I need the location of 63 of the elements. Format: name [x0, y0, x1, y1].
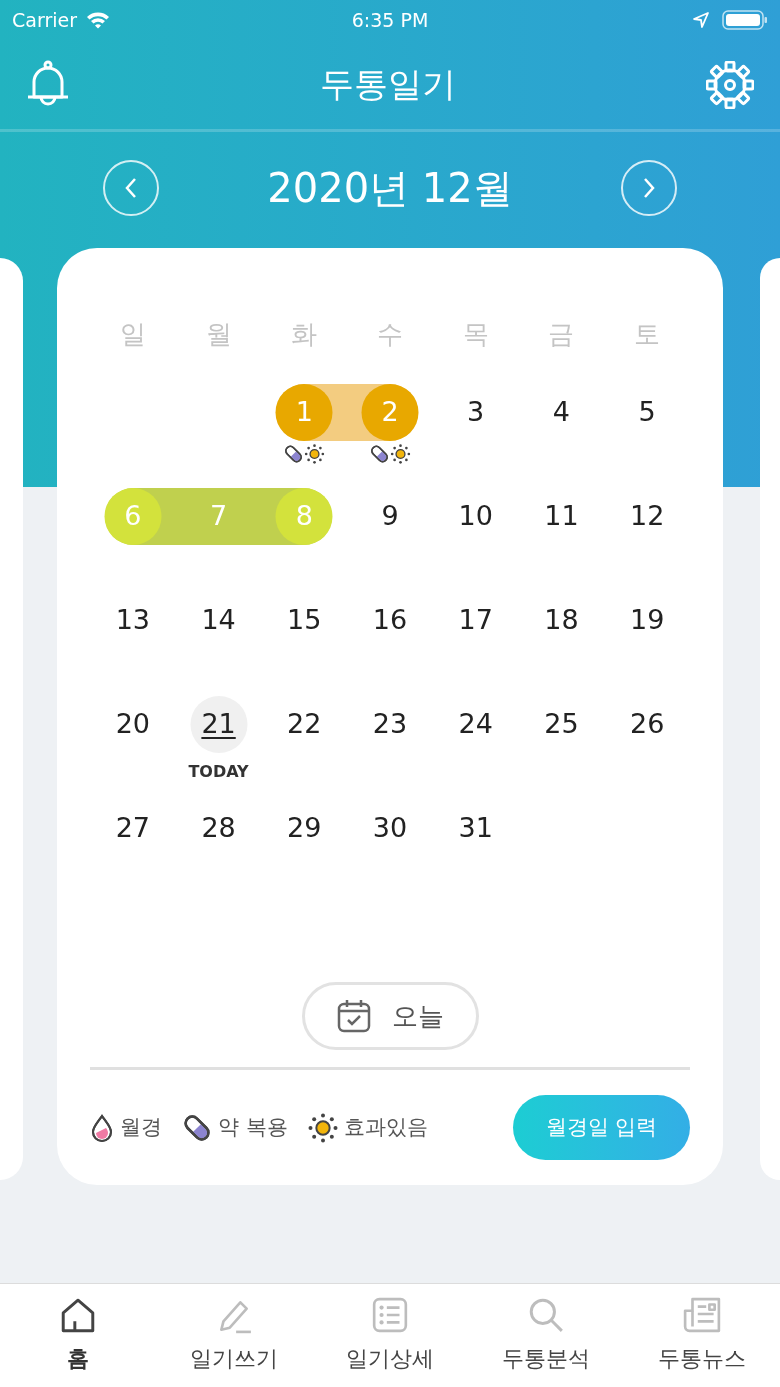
tab-item[interactable]: 두통분석 — [468, 1284, 624, 1387]
previous-month-button[interactable] — [103, 160, 160, 216]
carrier-name: Carrier — [12, 7, 77, 33]
day-cell[interactable]: 21 — [190, 696, 248, 753]
wifi-icon — [85, 10, 111, 30]
day-cell[interactable]: 14 — [190, 592, 248, 649]
today-label: TODAY — [187, 761, 250, 783]
sun-icon — [307, 1112, 338, 1143]
weekday-label: 월 — [204, 317, 233, 351]
status-time: 6:35 PM — [351, 7, 429, 33]
search-icon — [527, 1296, 565, 1334]
day-cell[interactable]: 4 — [532, 384, 590, 441]
newspaper-icon — [683, 1296, 721, 1334]
day-cell[interactable]: 31 — [447, 800, 505, 857]
legend-label: 월경 — [120, 1113, 162, 1141]
day-cell[interactable]: 22 — [275, 696, 333, 753]
day-cell[interactable]: 19 — [618, 592, 676, 649]
day-cell[interactable]: 20 — [104, 696, 162, 753]
day-cell[interactable]: 27 — [104, 800, 162, 857]
day-cell[interactable]: 23 — [361, 696, 419, 753]
home-icon — [59, 1296, 97, 1334]
day-cell[interactable]: 11 — [532, 488, 590, 545]
day-cell[interactable]: 28 — [190, 800, 248, 857]
settings-button[interactable] — [706, 60, 754, 109]
day-cell[interactable]: 10 — [447, 488, 505, 545]
today-button[interactable]: 오늘 — [301, 982, 479, 1050]
day-cell[interactable]: 16 — [361, 592, 419, 649]
day-cell[interactable]: 26 — [618, 696, 676, 753]
day-cell[interactable]: 3 — [447, 384, 505, 441]
day-cell[interactable]: 12 — [618, 488, 676, 545]
month-title: 2020년 12월 — [267, 164, 513, 213]
legend-label: 약 복용 — [218, 1113, 288, 1141]
chevron-left-icon — [124, 177, 139, 199]
weekday-label: 토 — [633, 317, 662, 351]
next-month-button[interactable] — [620, 160, 677, 216]
day-cell[interactable]: 9 — [361, 488, 419, 545]
list-icon — [371, 1296, 409, 1334]
app-title: 두통일기 — [320, 63, 456, 106]
tab-item[interactable]: 일기상세 — [312, 1284, 468, 1387]
tab-item[interactable]: 홈 — [0, 1284, 156, 1387]
day-cell[interactable]: 13 — [104, 592, 162, 649]
settings-icon — [706, 60, 754, 109]
weekday-label: 금 — [547, 317, 576, 351]
day-cell[interactable]: 5 — [618, 384, 676, 441]
battery-icon — [722, 9, 768, 31]
legend-label: 효과있음 — [343, 1113, 428, 1141]
day-cell[interactable]: 24 — [447, 696, 505, 753]
weekday-label: 화 — [290, 317, 319, 351]
calendar-icon — [336, 998, 372, 1034]
day-cell[interactable]: 29 — [275, 800, 333, 857]
location-icon — [692, 11, 710, 29]
drop-icon — [90, 1112, 114, 1143]
day-cell[interactable]: 18 — [532, 592, 590, 649]
day-cell[interactable]: 17 — [447, 592, 505, 649]
tab-item[interactable]: 일기쓰기 — [156, 1284, 312, 1387]
chevron-right-icon — [641, 177, 656, 199]
day-cell[interactable]: 25 — [532, 696, 590, 753]
tab-item[interactable]: 두통뉴스 — [624, 1284, 780, 1387]
weekday-label: 수 — [376, 317, 404, 351]
day-cell[interactable]: 30 — [361, 800, 419, 857]
weekday-label: 일 — [118, 317, 147, 351]
day-cell[interactable]: 15 — [275, 592, 333, 649]
weekday-label: 목 — [461, 317, 490, 351]
